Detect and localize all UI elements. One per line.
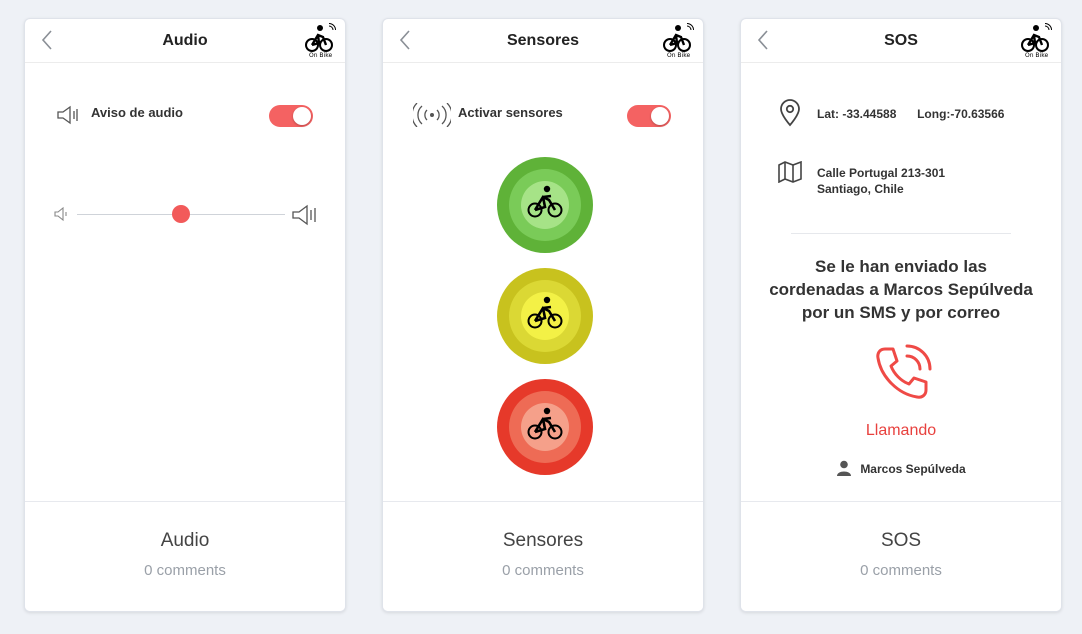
card-footer: SOS 0 comments <box>741 501 1061 611</box>
header-title: SOS <box>884 32 918 49</box>
back-chevron-icon[interactable] <box>753 27 773 53</box>
green-sensor-light[interactable] <box>497 157 593 253</box>
back-chevron-icon[interactable] <box>395 27 415 53</box>
app-header: Audio On Bike <box>25 19 345 63</box>
card-footer: Audio 0 comments <box>25 501 345 611</box>
activate-sensors-toggle[interactable] <box>627 105 671 127</box>
sos-card[interactable]: SOS On Bike Lat: -33.44588 Long:-70.6356… <box>740 18 1062 612</box>
audio-warning-toggle[interactable] <box>269 105 313 127</box>
card-footer: Sensores 0 comments <box>383 501 703 611</box>
toggle-knob <box>293 107 311 125</box>
latitude-text: Lat: -33.44588 <box>817 107 897 121</box>
sos-screen: SOS On Bike Lat: -33.44588 Long:-70.6356… <box>741 19 1061 503</box>
yellow-sensor-light[interactable] <box>497 268 593 364</box>
logo-text: On Bike <box>667 52 690 59</box>
map-icon <box>778 161 802 183</box>
coordinates-row: Lat: -33.44588 Long:-70.63566 <box>817 107 1004 121</box>
header-title: Audio <box>162 32 208 49</box>
app-header: Sensores On Bike <box>383 19 703 63</box>
onbike-logo-icon: On Bike <box>1021 23 1052 59</box>
onbike-logo-icon: On Bike <box>663 23 694 59</box>
message-line-2: cordenadas a Marcos Sepúlveda <box>769 280 1033 299</box>
sensores-card[interactable]: Sensores On Bike Activar sensores Sensor… <box>382 18 704 612</box>
sensor-waves-icon <box>413 103 451 127</box>
message-line-3: por un SMS y por correo <box>801 303 1001 322</box>
address-line-2: Santiago, Chile <box>817 182 904 196</box>
activate-sensors-label: Activar sensores <box>458 105 563 120</box>
contact-row: Marcos Sepúlveda <box>741 460 1061 476</box>
cyclist-icon <box>527 407 563 440</box>
sensores-screen: Sensores On Bike Activar sensores <box>383 19 703 503</box>
logo-text: On Bike <box>309 52 332 59</box>
calling-status: Llamando <box>865 422 937 439</box>
divider <box>791 233 1011 234</box>
toggle-knob <box>651 107 669 125</box>
location-pin-icon <box>780 99 800 127</box>
app-header: SOS On Bike <box>741 19 1061 63</box>
longitude-text: Long:-70.63566 <box>917 107 1005 121</box>
sos-message: Se le han enviado las cordenadas a Marco… <box>751 255 1051 324</box>
audio-warning-label: Aviso de audio <box>91 105 183 120</box>
volume-high-icon <box>292 204 316 226</box>
audio-screen: Audio On Bike Aviso de audio <box>25 19 345 503</box>
comments-count[interactable]: 0 comments <box>383 562 703 579</box>
message-line-1: Se le han enviado las <box>815 257 987 276</box>
header-title: Sensores <box>506 32 580 49</box>
logo-text: On Bike <box>1025 52 1048 59</box>
phone-calling-icon[interactable] <box>871 343 933 405</box>
audio-card[interactable]: Audio On Bike Aviso de audio Audio 0 com… <box>24 18 346 612</box>
address-line-1: Calle Portugal 213-301 <box>817 166 946 180</box>
onbike-logo-icon: On Bike <box>305 23 336 59</box>
red-sensor-light[interactable] <box>497 379 593 475</box>
cyclist-icon <box>527 185 563 218</box>
cyclist-icon <box>527 296 563 329</box>
comments-count[interactable]: 0 comments <box>741 562 1061 579</box>
speaker-icon <box>57 105 78 125</box>
card-title[interactable]: SOS <box>741 530 1061 552</box>
card-title[interactable]: Audio <box>25 530 345 552</box>
user-icon <box>837 460 852 476</box>
back-chevron-icon[interactable] <box>37 27 57 53</box>
comments-count[interactable]: 0 comments <box>25 562 345 579</box>
contact-name: Marcos Sepúlveda <box>860 462 966 476</box>
volume-low-icon <box>54 206 67 222</box>
volume-slider-thumb[interactable] <box>172 205 190 223</box>
address-block: Calle Portugal 213-301 Santiago, Chile <box>817 165 945 197</box>
card-title[interactable]: Sensores <box>383 530 703 552</box>
